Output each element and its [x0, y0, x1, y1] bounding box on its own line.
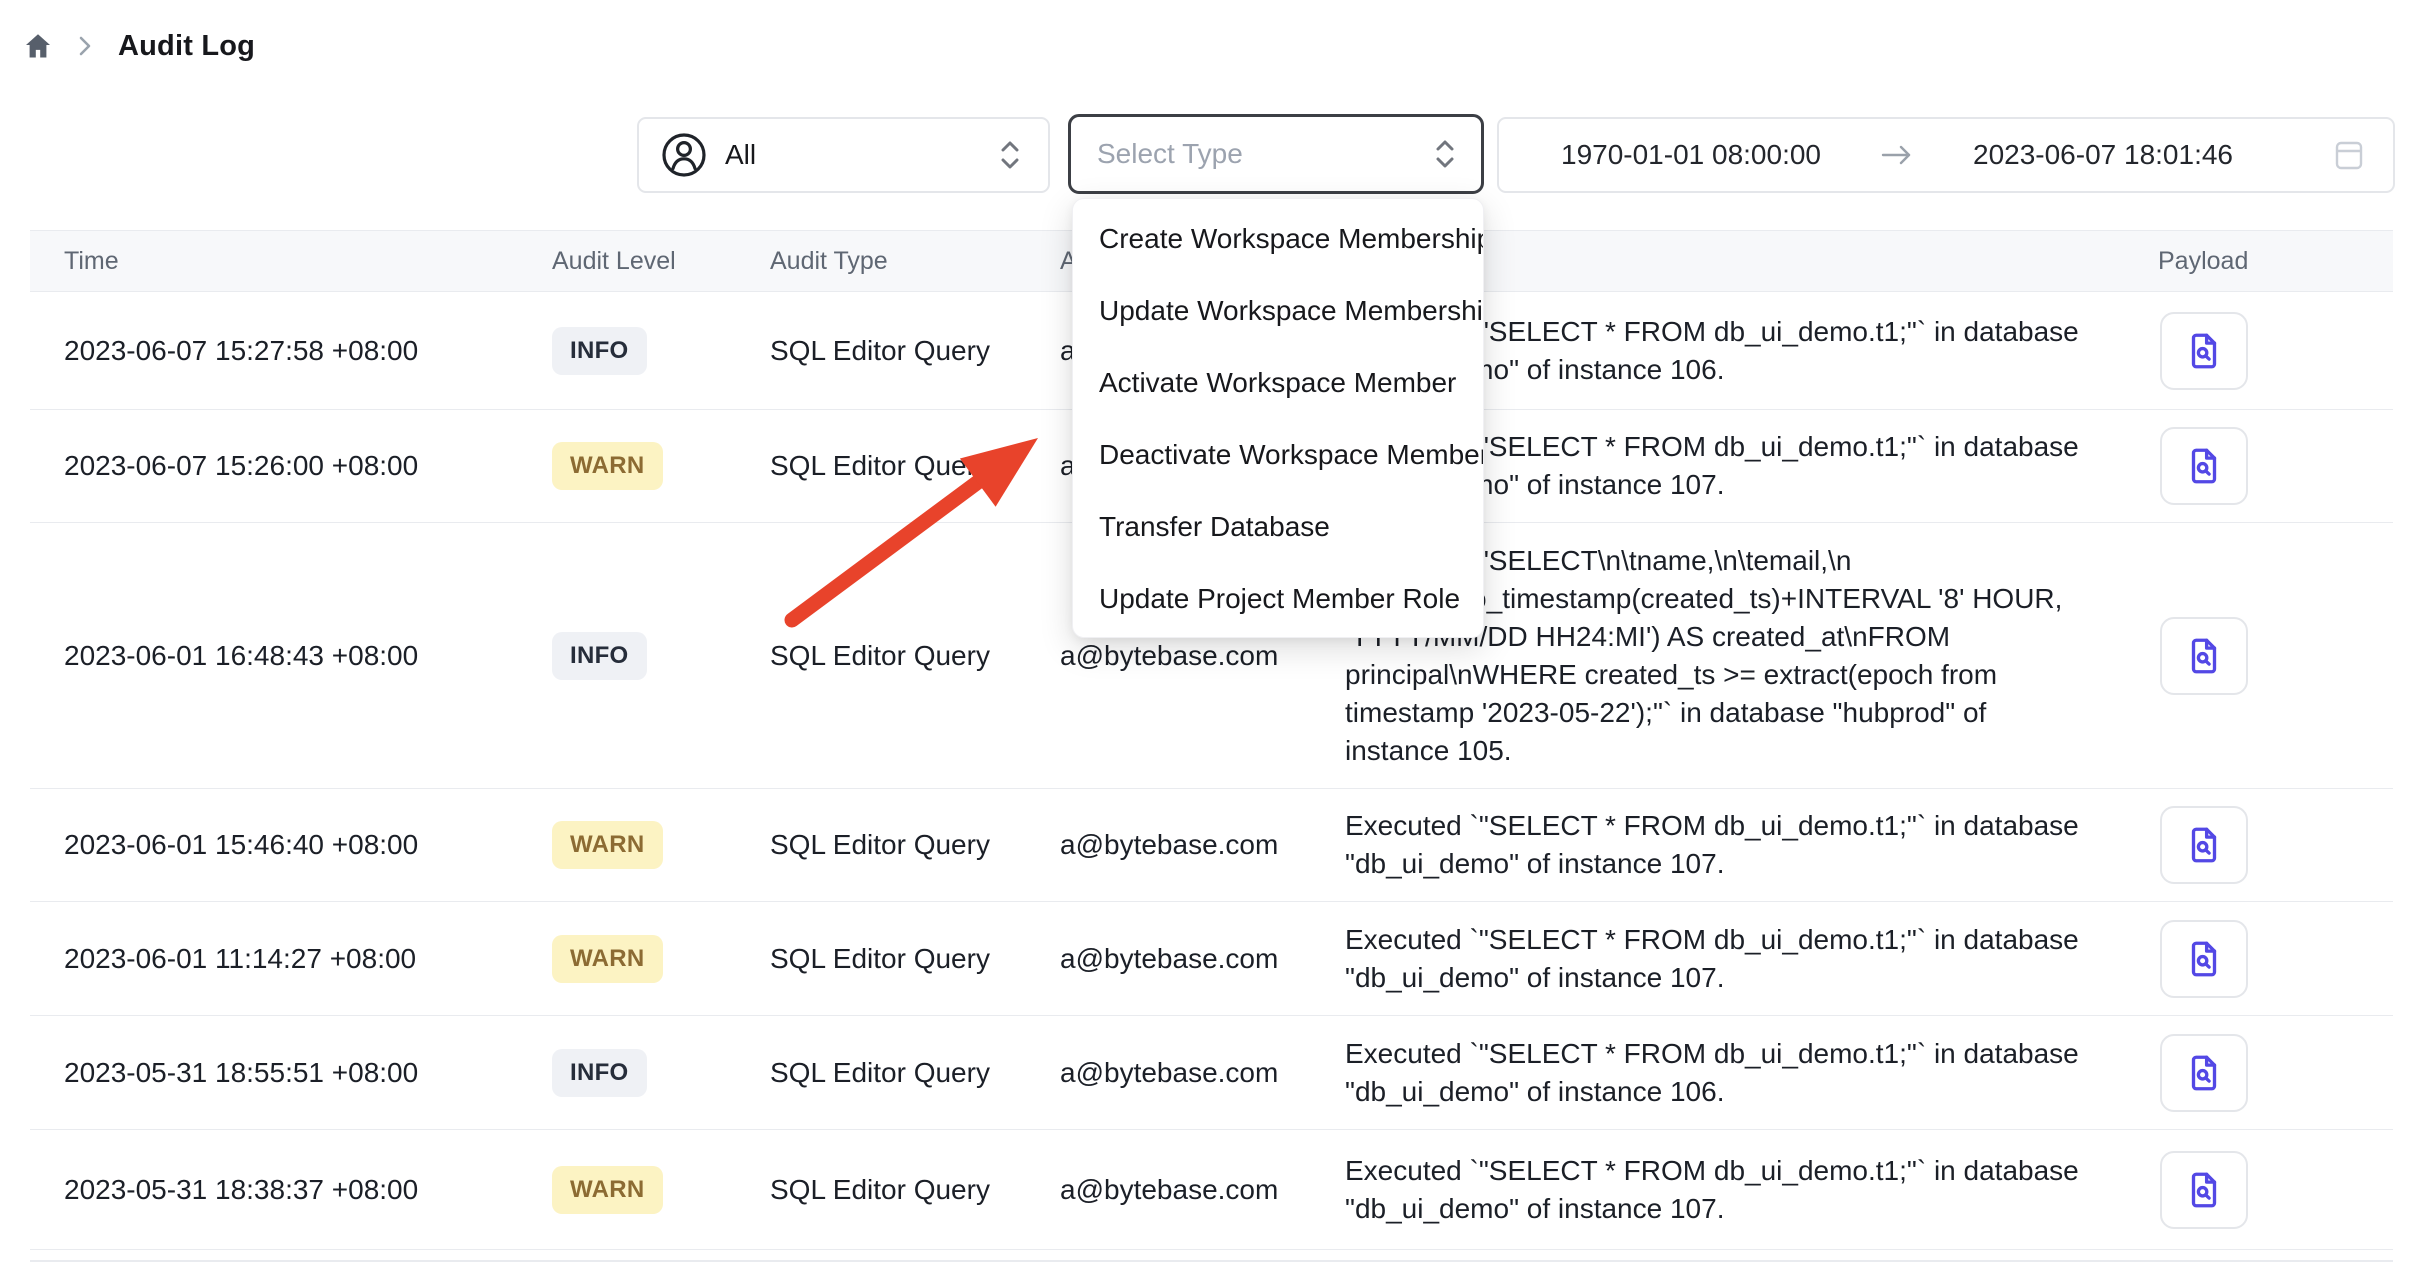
audit-type: SQL Editor Query	[770, 640, 1060, 672]
document-search-icon	[2183, 330, 2225, 372]
document-search-icon	[2183, 824, 2225, 866]
audit-time: 2023-05-31 18:38:37 +08:00	[64, 1174, 552, 1206]
view-payload-button[interactable]	[2160, 1034, 2248, 1112]
type-option[interactable]: Activate Workspace Member	[1073, 347, 1483, 419]
col-header-audit-type: Audit Type	[770, 247, 1060, 276]
page-title: Audit Log	[118, 30, 255, 63]
audit-time: 2023-06-07 15:26:00 +08:00	[64, 450, 552, 482]
type-filter-dropdown-menu: Create Workspace Membership Update Works…	[1072, 198, 1484, 638]
document-search-icon	[2183, 938, 2225, 980]
date-range-picker[interactable]: 1970-01-01 08:00:00 2023-06-07 18:01:46	[1497, 117, 2395, 193]
document-search-icon	[2183, 635, 2225, 677]
view-payload-button[interactable]	[2160, 427, 2248, 505]
audit-comment: Executed `"SELECT * FROM db_ui_demo.t1;"…	[1345, 1035, 2158, 1111]
breadcrumb: Audit Log	[22, 26, 255, 66]
view-payload-button[interactable]	[2160, 920, 2248, 998]
audit-actor: a@bytebase.com	[1060, 943, 1345, 975]
home-icon[interactable]	[22, 30, 54, 62]
view-payload-button[interactable]	[2160, 312, 2248, 390]
audit-level-badge: WARN	[552, 821, 663, 869]
audit-level-badge: INFO	[552, 1049, 647, 1097]
audit-time: 2023-06-01 15:46:40 +08:00	[64, 829, 552, 861]
audit-time: 2023-06-01 16:48:43 +08:00	[64, 640, 552, 672]
audit-level-badge: INFO	[552, 327, 647, 375]
updown-chevrons-icon	[1431, 137, 1459, 171]
audit-level-badge: WARN	[552, 1166, 663, 1214]
audit-level-badge: WARN	[552, 442, 663, 490]
audit-actor: a@bytebase.com	[1060, 640, 1345, 672]
view-payload-button[interactable]	[2160, 806, 2248, 884]
table-row: 2023-06-01 11:14:27 +08:00 WARN SQL Edit…	[30, 902, 2393, 1016]
audit-type: SQL Editor Query	[770, 829, 1060, 861]
table-row: 2023-05-31 18:38:37 +08:00 WARN SQL Edit…	[30, 1130, 2393, 1250]
table-row: 2023-06-01 15:46:40 +08:00 WARN SQL Edit…	[30, 789, 2393, 902]
type-option[interactable]: Deactivate Workspace Member	[1073, 419, 1483, 491]
document-search-icon	[2183, 1052, 2225, 1094]
audit-type: SQL Editor Query	[770, 335, 1060, 367]
audit-actor: a@bytebase.com	[1060, 1174, 1345, 1206]
audit-type: SQL Editor Query	[770, 1057, 1060, 1089]
type-option[interactable]: Transfer Database	[1073, 491, 1483, 563]
view-payload-button[interactable]	[2160, 1151, 2248, 1229]
arrow-right-icon	[1879, 142, 1915, 168]
audit-actor: a@bytebase.com	[1060, 829, 1345, 861]
audit-actor: a@bytebase.com	[1060, 1057, 1345, 1089]
actor-filter-select[interactable]: All	[637, 117, 1050, 193]
audit-time: 2023-06-07 15:27:58 +08:00	[64, 335, 552, 367]
audit-level-badge: WARN	[552, 935, 663, 983]
document-search-icon	[2183, 445, 2225, 487]
calendar-icon	[2333, 138, 2365, 172]
col-header-payload: Payload	[2158, 247, 2393, 276]
breadcrumb-chevron-icon	[76, 36, 96, 56]
audit-type: SQL Editor Query	[770, 943, 1060, 975]
actor-filter-value: All	[725, 139, 996, 171]
audit-type: SQL Editor Query	[770, 1174, 1060, 1206]
audit-comment: Executed `"SELECT * FROM db_ui_demo.t1;"…	[1345, 807, 2158, 883]
audit-type: SQL Editor Query	[770, 450, 1060, 482]
document-search-icon	[2183, 1169, 2225, 1211]
date-range-start: 1970-01-01 08:00:00	[1561, 139, 1821, 171]
updown-chevrons-icon	[996, 138, 1024, 172]
col-header-audit-level: Audit Level	[552, 247, 770, 276]
type-option[interactable]: Create Workspace Membership	[1073, 203, 1483, 275]
type-filter-placeholder: Select Type	[1097, 138, 1431, 170]
table-row: 2023-05-31 18:55:51 +08:00 INFO SQL Edit…	[30, 1016, 2393, 1130]
audit-level-badge: INFO	[552, 632, 647, 680]
type-option[interactable]: Update Project Member Role	[1073, 563, 1483, 635]
type-option[interactable]: Update Workspace Membership	[1073, 275, 1483, 347]
audit-comment: Executed `"SELECT * FROM db_ui_demo.t1;"…	[1345, 1152, 2158, 1228]
col-header-time: Time	[64, 247, 552, 276]
audit-time: 2023-05-31 18:55:51 +08:00	[64, 1057, 552, 1089]
audit-comment: Executed `"SELECT * FROM db_ui_demo.t1;"…	[1345, 921, 2158, 997]
type-filter-select[interactable]: Select Type	[1068, 114, 1484, 194]
table-row-partial	[30, 1250, 2393, 1262]
user-circle-icon	[661, 132, 707, 178]
date-range-end: 2023-06-07 18:01:46	[1973, 139, 2233, 171]
view-payload-button[interactable]	[2160, 617, 2248, 695]
audit-time: 2023-06-01 11:14:27 +08:00	[64, 943, 552, 975]
